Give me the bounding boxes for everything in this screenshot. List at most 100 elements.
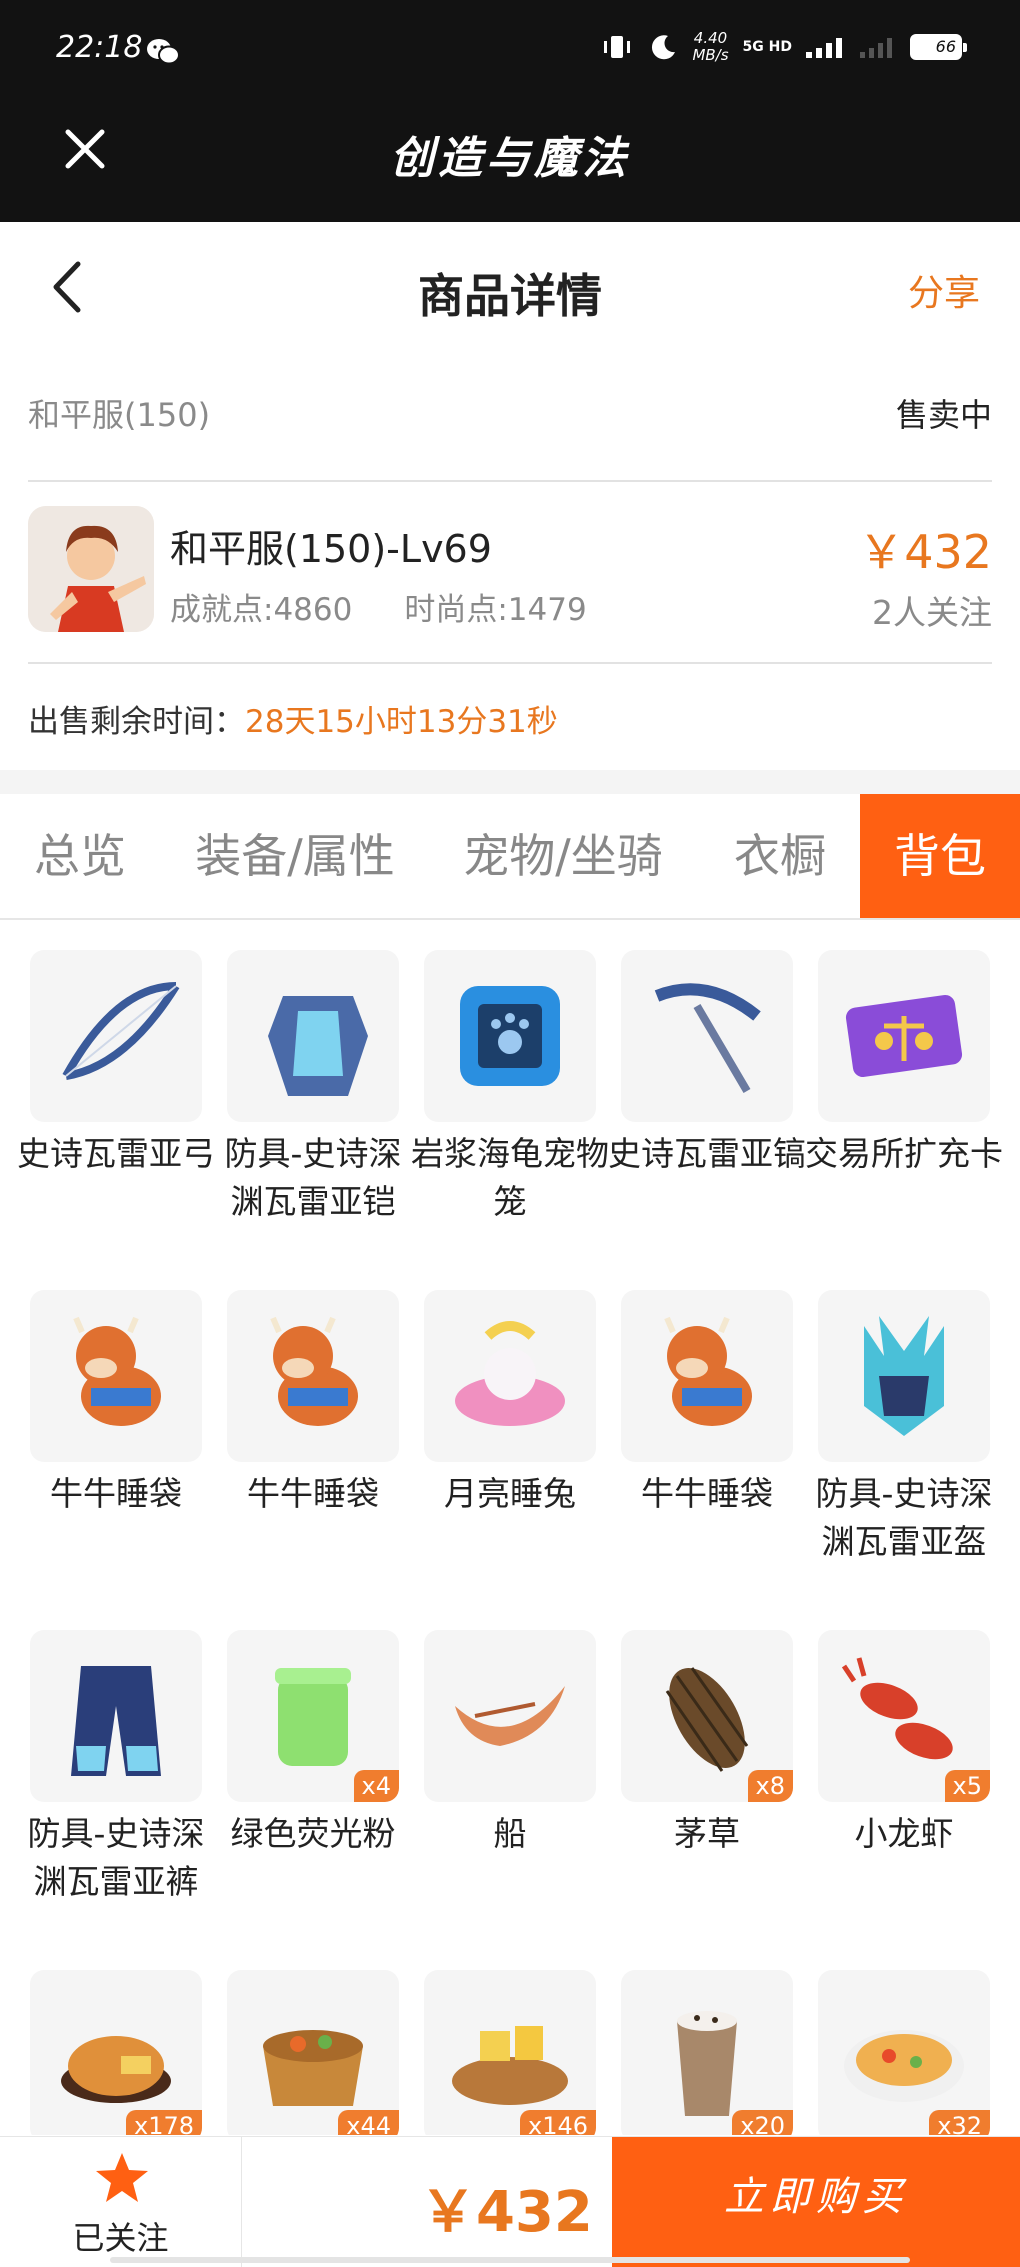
nav-bar: 商品详情 分享 xyxy=(0,222,1020,352)
item-thumbnail: x4 xyxy=(227,1630,399,1802)
inventory-item[interactable]: x32 xyxy=(816,1970,992,2135)
drink-cup-icon xyxy=(677,2011,737,2116)
item-thumbnail: x32 xyxy=(818,1970,990,2135)
fried-food-icon xyxy=(61,2036,171,2103)
bow-icon xyxy=(62,982,180,1080)
vibrate-icon xyxy=(604,36,631,58)
divider xyxy=(28,480,992,482)
item-name: 防具-史诗深渊瓦雷亚盔 xyxy=(815,1474,993,1561)
helmet-icon xyxy=(864,1316,944,1436)
item-name: 牛牛睡袋 xyxy=(247,1474,379,1513)
follow-button[interactable]: 已关注 xyxy=(0,2137,242,2267)
item-thumbnail: x5 xyxy=(818,1630,990,1802)
bottom-price: ￥432 xyxy=(420,2180,593,2245)
inventory-item[interactable]: 牛牛睡袋 xyxy=(225,1290,401,1518)
app-title: 创造与魔法 xyxy=(390,133,630,184)
inventory-item[interactable]: 牛牛睡袋 xyxy=(28,1290,204,1518)
tab-overview[interactable]: 总览 xyxy=(0,794,160,918)
tab-equipment[interactable]: 装备/属性 xyxy=(172,794,418,918)
inventory-item[interactable]: 月亮睡兔 xyxy=(422,1290,598,1518)
item-name: 牛牛睡袋 xyxy=(641,1474,773,1513)
inventory-item[interactable]: 防具-史诗深渊瓦雷亚铠 xyxy=(225,950,401,1226)
item-name: 防具-史诗深渊瓦雷亚裤 xyxy=(27,1814,205,1901)
cow-sleeping-bag-icon xyxy=(270,1316,358,1426)
item-quantity-badge: x8 xyxy=(747,1770,793,1802)
inventory-item[interactable]: x20 xyxy=(619,1970,795,2135)
inventory-grid: 史诗瓦雷亚弓 防具-史诗深渊瓦雷亚铠 岩浆海龟宠物笼 史诗瓦雷亚镐 交易所扩充卡牛牛睡袋… xyxy=(0,950,1020,2135)
buy-now-button[interactable]: 立即购买 xyxy=(612,2137,1020,2267)
inventory-item[interactable]: x4 绿色荧光粉 xyxy=(225,1630,401,1858)
item-thumbnail: x8 xyxy=(621,1630,793,1802)
inventory-item[interactable]: x178 xyxy=(28,1970,204,2135)
boat-icon xyxy=(455,1686,565,1746)
fashion-points: 时尚点:1479 xyxy=(404,592,587,628)
character-name: 和平服(150)-Lv69 xyxy=(170,527,492,571)
item-name: 史诗瓦雷亚弓 xyxy=(17,1134,215,1173)
tab-wardrobe[interactable]: 衣橱 xyxy=(706,794,854,918)
item-quantity-badge: x4 xyxy=(353,1770,399,1802)
tab-backpack[interactable]: 背包 xyxy=(860,794,1020,918)
pet-cage-icon xyxy=(460,986,560,1086)
divider xyxy=(28,662,992,664)
item-name: 防具-史诗深渊瓦雷亚铠 xyxy=(224,1134,402,1221)
status-bar: 22:18 4.40 MB/s 5G HD 66 xyxy=(0,0,1020,100)
countdown: 28天15小时13分31秒 xyxy=(245,704,558,740)
inventory-item[interactable]: x44 xyxy=(225,1970,401,2135)
page-title: 商品详情 xyxy=(418,269,602,323)
pants-icon xyxy=(71,1666,161,1776)
item-quantity-badge: x178 xyxy=(125,2110,202,2135)
item-quantity-badge: x32 xyxy=(929,2110,990,2135)
item-thumbnail xyxy=(424,1290,596,1462)
bottom-bar: 已关注 ￥432 立即购买 xyxy=(0,2136,1020,2267)
item-thumbnail xyxy=(818,1290,990,1462)
item-thumbnail xyxy=(424,1630,596,1802)
signal-icon xyxy=(806,38,842,58)
item-quantity-badge: x44 xyxy=(338,2110,399,2135)
item-thumbnail: x44 xyxy=(227,1970,399,2135)
cow-sleeping-bag-icon xyxy=(73,1316,161,1426)
item-thumbnail xyxy=(621,1290,793,1462)
soup-bowl-icon xyxy=(844,2030,964,2102)
network-type: 5G HD xyxy=(742,39,792,55)
achievement-points: 成就点:4860 xyxy=(170,592,353,628)
share-button[interactable]: 分享 xyxy=(908,264,980,316)
tab-pets[interactable]: 宠物/坐骑 xyxy=(440,794,686,918)
item-name: 岩浆海龟宠物笼 xyxy=(411,1134,609,1221)
inventory-item[interactable]: x8 茅草 xyxy=(619,1630,795,1858)
item-thumbnail xyxy=(424,950,596,1122)
item-name: 史诗瓦雷亚镐 xyxy=(608,1134,806,1173)
inventory-item[interactable]: 交易所扩充卡 xyxy=(805,950,1003,1178)
inventory-item[interactable]: 牛牛睡袋 xyxy=(619,1290,795,1518)
cake-plate-icon xyxy=(452,2026,568,2105)
inventory-item[interactable]: 史诗瓦雷亚镐 xyxy=(608,950,806,1178)
item-thumbnail xyxy=(30,950,202,1122)
cow-sleeping-bag-icon xyxy=(664,1316,752,1426)
thatch-icon xyxy=(665,1667,749,1772)
item-thumbnail: x20 xyxy=(621,1970,793,2135)
item-thumbnail xyxy=(818,950,990,1122)
item-quantity-badge: x5 xyxy=(944,1770,990,1802)
item-thumbnail: x178 xyxy=(30,1970,202,2135)
inventory-item[interactable]: 船 xyxy=(422,1630,598,1858)
inventory-item[interactable]: 史诗瓦雷亚弓 xyxy=(17,950,215,1178)
item-thumbnail xyxy=(227,1290,399,1462)
sale-status: 售卖中 xyxy=(895,396,992,434)
character-avatar xyxy=(28,506,154,632)
inventory-item[interactable]: 防具-史诗深渊瓦雷亚裤 xyxy=(28,1630,204,1906)
moon-icon xyxy=(652,35,676,60)
item-name: 船 xyxy=(493,1814,527,1853)
character-stats: 成就点:4860 时尚点:1479 xyxy=(170,584,587,629)
item-thumbnail: x146 xyxy=(424,1970,596,2135)
character-card[interactable]: 和平服(150)-Lv69 成就点:4860 时尚点:1479 ￥432 2人关注 xyxy=(28,506,992,634)
card-icon xyxy=(845,994,963,1078)
inventory-item[interactable]: x5 小龙虾 xyxy=(816,1630,992,1858)
inventory-item[interactable]: 岩浆海龟宠物笼 xyxy=(411,950,609,1226)
inventory-item[interactable]: x146 xyxy=(422,1970,598,2135)
item-thumbnail xyxy=(227,950,399,1122)
item-thumbnail xyxy=(30,1630,202,1802)
signal-weak-icon xyxy=(860,38,892,58)
follower-count: 2人关注 xyxy=(872,593,992,632)
wechat-icon xyxy=(147,39,180,65)
item-quantity-badge: x20 xyxy=(732,2110,793,2135)
inventory-item[interactable]: 防具-史诗深渊瓦雷亚盔 xyxy=(816,1290,992,1566)
